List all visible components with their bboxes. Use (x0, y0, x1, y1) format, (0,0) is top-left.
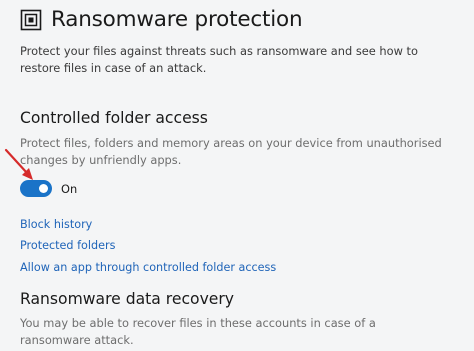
controlled-folder-access-description-line-1: Protect files, folders and memory areas … (20, 136, 442, 150)
intro-text-line-1: Protect your files against threats such … (20, 44, 418, 58)
intro-text-line-2: restore files in case of an attack. (20, 61, 207, 75)
ransomware-data-recovery-description-line-2: ransomware attack. (20, 333, 134, 347)
intro-text: Protect your files against threats such … (20, 43, 418, 77)
ransomware-shield-icon (20, 9, 42, 31)
controlled-folder-access-description: Protect files, folders and memory areas … (20, 135, 442, 169)
block-history-link[interactable]: Block history (20, 218, 92, 231)
toggle-state-label: On (61, 182, 78, 196)
allow-app-link[interactable]: Allow an app through controlled folder a… (20, 261, 276, 274)
page-title: Ransomware protection (51, 7, 303, 32)
controlled-folder-access-heading: Controlled folder access (20, 109, 208, 127)
ransomware-data-recovery-description: You may be able to recover files in thes… (20, 315, 376, 349)
toggle-knob (39, 184, 48, 193)
ransomware-data-recovery-description-line-1: You may be able to recover files in thes… (20, 316, 376, 330)
controlled-folder-access-toggle[interactable] (20, 180, 52, 197)
protected-folders-link[interactable]: Protected folders (20, 239, 115, 252)
controlled-folder-access-description-line-2: changes by unfriendly apps. (20, 153, 182, 167)
ransomware-data-recovery-heading: Ransomware data recovery (20, 290, 235, 308)
